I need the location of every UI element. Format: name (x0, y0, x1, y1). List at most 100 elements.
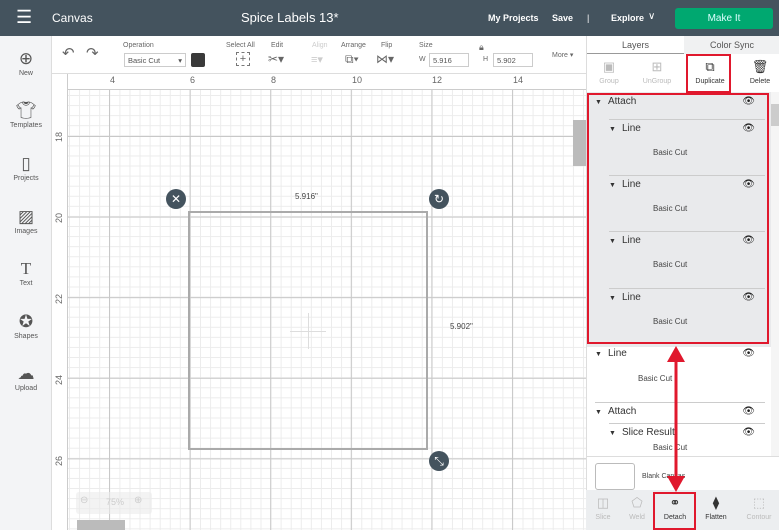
center-crosshair (308, 313, 309, 349)
my-projects-link[interactable]: My Projects (488, 13, 539, 23)
align-label: Align (312, 42, 328, 49)
layer-name: Attach (607, 406, 637, 417)
ruler-top: 4 6 8 10 12 14 (68, 74, 586, 90)
layer-name: Line (607, 348, 627, 359)
caret-down-icon[interactable]: ▼ (609, 430, 616, 437)
eye-icon[interactable]: 👁︎ (742, 348, 755, 359)
sidebar-label: Shapes (14, 333, 38, 340)
rotate-handle-icon[interactable]: ↻ (429, 189, 449, 209)
redo-icon[interactable]: ↷ (86, 44, 99, 62)
flip-icon[interactable]: ⋈▾ (376, 52, 394, 66)
sidebar-item-projects[interactable]: ▯ Projects (0, 153, 52, 182)
more-menu[interactable]: More ▾ (552, 51, 573, 59)
tool-label: Flatten (705, 514, 727, 521)
eye-icon[interactable]: 👁︎ (742, 427, 755, 438)
cloud-upload-icon: ☁ (17, 364, 35, 383)
ungroup-button[interactable]: ⊞ UnGroup (635, 54, 679, 92)
sidebar-item-new[interactable]: ⊕ New (0, 48, 52, 77)
group-button[interactable]: ▣ Group (587, 54, 631, 92)
height-value: 5.902 (497, 56, 516, 65)
sidebar-item-shapes[interactable]: ✪ Shapes (0, 311, 52, 340)
sidebar-item-templates[interactable]: 👕︎ Templates (0, 100, 52, 129)
shapes-icon: ✪ (18, 312, 34, 331)
select-all-icon[interactable]: + (236, 52, 250, 66)
ruler-label: 14 (513, 75, 524, 85)
contour-button[interactable]: ⬚ Contour (737, 490, 779, 528)
tool-label: Slice (595, 514, 611, 521)
layers-scrollbar[interactable] (771, 92, 779, 456)
undo-icon[interactable]: ↶ (62, 44, 75, 62)
ruler-label: 18 (54, 131, 65, 143)
sidebar-label: New (18, 70, 33, 77)
book-icon: ▯ (21, 154, 31, 173)
canvas-swatch[interactable] (595, 463, 635, 490)
ruler-label: 22 (54, 293, 65, 305)
save-button[interactable]: Save (552, 13, 573, 23)
horizontal-scrollbar[interactable] (77, 520, 125, 530)
sidebar-label: Templates (10, 122, 42, 129)
edit-icon[interactable]: ✂▾ (268, 52, 284, 66)
ruler-label: 10 (352, 75, 363, 85)
sidebar-label: Images (14, 228, 38, 235)
hamburger-icon[interactable]: ☰ (16, 7, 32, 28)
plus-circle-icon: ⊕ (18, 49, 34, 68)
height-input[interactable]: 5.902 (493, 53, 533, 67)
group-icon: ▣ (602, 59, 616, 74)
flatten-icon: ⧫ (712, 495, 720, 510)
ruler-label: 24 (54, 374, 65, 386)
sidebar-item-text[interactable]: T Text (0, 258, 52, 287)
tab-color-sync[interactable]: Color Sync (684, 36, 779, 54)
toolbar: ↶ ↷ Operation Basic Cut ▾ Select All + Ed… (52, 36, 586, 74)
image-icon: ▨ (17, 207, 35, 226)
separator: | (587, 13, 590, 23)
app-name: Canvas (52, 11, 93, 25)
zoom-in-button[interactable]: ⊕ (134, 495, 142, 506)
detach-highlight (653, 492, 696, 530)
ruler-label: 4 (110, 75, 116, 85)
ruler-label: 26 (54, 455, 65, 467)
ruler-label: 6 (190, 75, 196, 85)
eye-icon[interactable]: 👁︎ (742, 406, 755, 417)
zoom-out-button[interactable]: ⊖ (80, 495, 88, 506)
align-icon: ≡▾ (311, 54, 323, 66)
lock-icon[interactable]: 🔒︎ (479, 42, 484, 53)
resize-handle-icon[interactable]: ⤡ (429, 451, 449, 471)
tool-label: UnGroup (642, 78, 672, 85)
sidebar-item-images[interactable]: ▨ Images (0, 206, 52, 235)
flip-label: Flip (381, 42, 393, 49)
sidebar-item-upload[interactable]: ☁ Upload (0, 363, 52, 392)
delete-handle-icon[interactable]: ✕ (166, 189, 186, 209)
ungroup-icon: ⊞ (651, 59, 663, 74)
selected-shape[interactable] (188, 211, 428, 450)
chevron-down-icon[interactable]: ∨ (648, 11, 655, 22)
make-it-button[interactable]: Make It (675, 8, 773, 29)
width-dimension: 5.916" (295, 192, 318, 201)
operation-select[interactable]: Basic Cut ▾ (124, 53, 186, 67)
tool-label: Delete (749, 78, 771, 85)
delete-button[interactable]: 🗑︎ Delete (738, 54, 779, 92)
height-label: H (483, 56, 489, 63)
flatten-button[interactable]: ⧫ Flatten (694, 490, 738, 528)
tool-label: Weld (629, 514, 645, 521)
tab-layers[interactable]: Layers (587, 36, 684, 54)
explore-menu[interactable]: Explore (611, 13, 644, 23)
sidebar-label: Upload (14, 385, 38, 392)
arrange-label: Arrange (341, 42, 366, 49)
operation-label: Operation (123, 42, 154, 49)
caret-down-icon[interactable]: ▼ (595, 351, 602, 358)
sidebar-label: Projects (13, 175, 39, 182)
width-label: W (419, 56, 426, 63)
ruler-left: 18 20 22 24 26 (52, 74, 68, 530)
shirt-icon: 👕︎ (15, 101, 37, 120)
caret-down-icon[interactable]: ▼ (595, 409, 602, 416)
operation-value: Basic Cut (128, 56, 161, 65)
arrange-icon[interactable]: ⧉▾ (345, 52, 359, 67)
color-swatch[interactable] (191, 53, 205, 67)
vertical-scrollbar[interactable] (573, 120, 586, 166)
width-input[interactable]: 5.916 (429, 53, 469, 67)
project-title: Spice Labels 13* (241, 10, 339, 25)
left-sidebar: ⊕ New 👕︎ Templates ▯ Projects ▨ Images T Text… (0, 36, 52, 530)
contour-icon: ⬚ (752, 495, 766, 510)
height-dimension: 5.902" (450, 322, 473, 331)
edit-label: Edit (271, 42, 284, 49)
